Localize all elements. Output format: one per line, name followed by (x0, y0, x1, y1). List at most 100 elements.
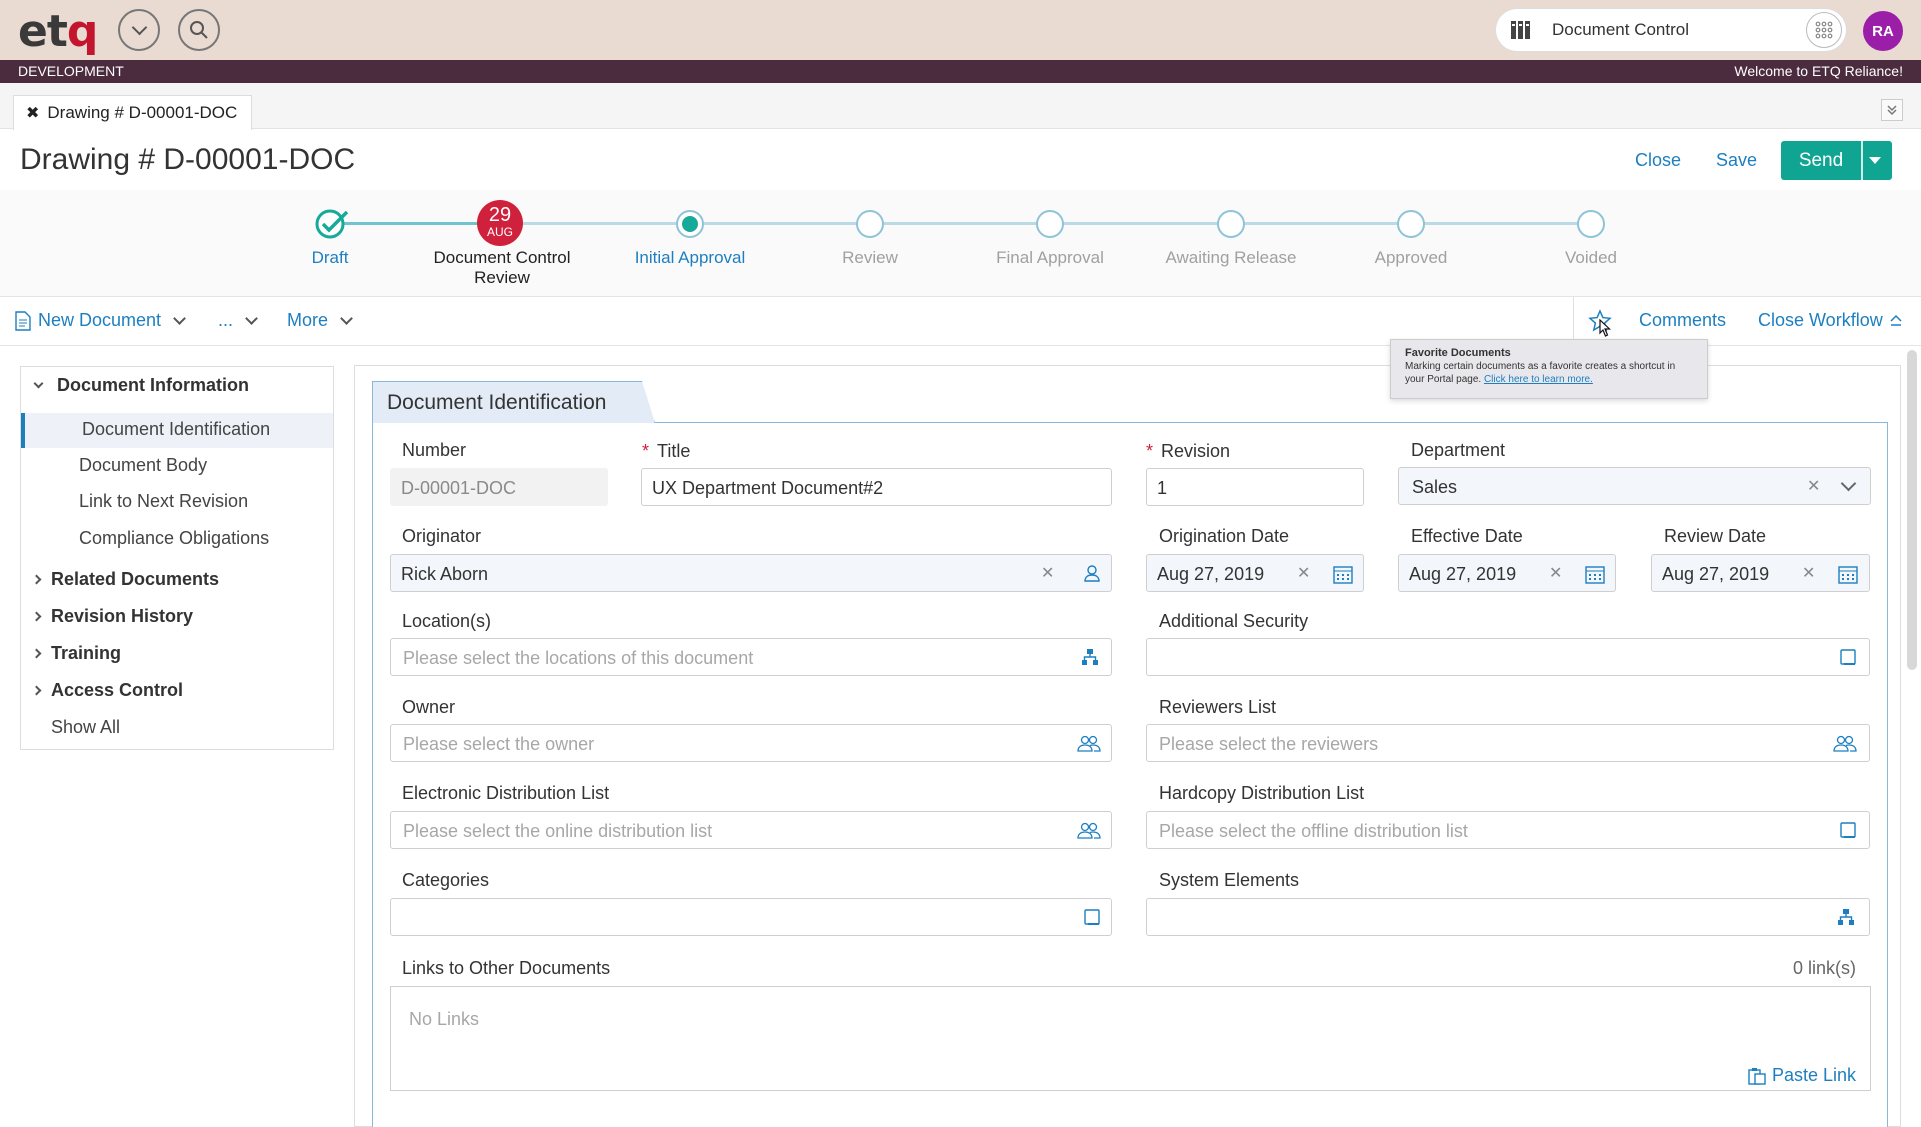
tooltip-learn-more-link[interactable]: Click here to learn more. (1484, 374, 1593, 385)
locations-field[interactable]: Please select the locations of this docu… (390, 638, 1112, 676)
nav-show-all[interactable]: Show All (51, 717, 120, 738)
draft-done-icon (315, 209, 349, 239)
send-button[interactable]: Send (1781, 150, 1861, 172)
comments-button[interactable]: Comments (1639, 310, 1726, 331)
department-label: Department (1411, 440, 1506, 460)
no-links-message: No Links (409, 1009, 480, 1029)
page-scrollbar[interactable] (1907, 350, 1917, 670)
new-document-menu[interactable]: New Document (14, 310, 186, 331)
etq-logo[interactable]: etq (18, 6, 98, 57)
users-icon[interactable] (1077, 734, 1101, 752)
workflow-node-voided[interactable] (1577, 210, 1605, 238)
nav-section-revision-history[interactable]: Revision History (51, 606, 193, 627)
list-picker-icon[interactable] (1083, 908, 1101, 926)
revision-input[interactable]: 1 (1146, 468, 1364, 506)
required-marker: * (642, 441, 650, 461)
document-control-icon (1511, 21, 1530, 39)
search-button[interactable] (178, 9, 220, 51)
calendar-icon[interactable] (1333, 564, 1353, 584)
more-label: More (287, 310, 329, 330)
send-button-group: Send (1781, 141, 1892, 180)
hierarchy-icon[interactable] (1081, 648, 1099, 666)
nav-section-document-information[interactable]: Document Information (57, 375, 249, 396)
workflow-node-review[interactable] (856, 210, 884, 238)
more-menu[interactable]: More (287, 310, 353, 331)
workflow-step-approved[interactable]: Approved (1331, 248, 1491, 268)
user-avatar[interactable]: RA (1863, 11, 1903, 51)
environment-bar: DEVELOPMENT Welcome to ETQ Reliance! (0, 60, 1921, 83)
active-dot (682, 216, 698, 232)
chevron-right-icon (31, 611, 42, 622)
nav-section-related-documents[interactable]: Related Documents (51, 569, 219, 590)
required-marker: * (1146, 441, 1154, 461)
close-workflow-button[interactable]: Close Workflow (1758, 310, 1903, 331)
title-input[interactable]: UX Department Document#2 (641, 468, 1112, 506)
originator-field[interactable]: Rick Aborn ✕ (390, 554, 1112, 592)
calendar-icon[interactable] (1838, 564, 1858, 584)
links-count: 0 link(s) (1793, 958, 1857, 978)
clear-icon[interactable]: ✕ (1549, 563, 1562, 583)
section-navigation: Document Information Document Identifica… (20, 366, 334, 750)
additional-security-field[interactable] (1146, 638, 1870, 676)
workflow-node-awaiting-release[interactable] (1217, 210, 1245, 238)
review-date-label: Review Date (1664, 526, 1767, 546)
nav-item-link-to-next-revision[interactable]: Link to Next Revision (79, 491, 248, 512)
workflow-node-approved[interactable] (1397, 210, 1425, 238)
chevron-down-icon[interactable] (1840, 475, 1857, 492)
workflow-node-initial-approval[interactable] (676, 210, 704, 238)
reviewers-list-field[interactable]: Please select the reviewers (1146, 724, 1870, 762)
hierarchy-icon[interactable] (1837, 908, 1855, 926)
department-select[interactable]: Sales ✕ (1398, 467, 1871, 505)
owner-field[interactable]: Please select the owner (390, 724, 1112, 762)
workflow-step-voided[interactable]: Voided (1511, 248, 1671, 268)
clear-icon[interactable]: ✕ (1297, 563, 1310, 583)
nav-item-document-body[interactable]: Document Body (79, 455, 207, 476)
ellipsis-menu[interactable]: ... (218, 310, 258, 331)
clear-icon[interactable]: ✕ (1807, 476, 1820, 496)
new-document-label: New Document (38, 310, 162, 330)
workflow-step-final-approval[interactable]: Final Approval (970, 248, 1130, 268)
users-icon[interactable] (1833, 734, 1857, 752)
document-tab[interactable]: ✖ Drawing # D-00001-DOC (13, 95, 253, 130)
user-icon[interactable] (1083, 564, 1101, 582)
nav-section-training[interactable]: Training (51, 643, 121, 664)
nav-item-compliance-obligations[interactable]: Compliance Obligations (79, 528, 269, 549)
close-tab-icon[interactable]: ✖ (26, 103, 39, 123)
paste-link-label: Paste Link (1771, 1065, 1856, 1085)
list-picker-icon[interactable] (1839, 648, 1857, 666)
section-tab-document-identification[interactable]: Document Identification (372, 381, 655, 423)
paste-icon (1748, 1067, 1766, 1085)
send-options-caret-icon[interactable] (1869, 157, 1881, 164)
electronic-distribution-field[interactable]: Please select the online distribution li… (390, 811, 1112, 849)
close-button[interactable]: Close (1635, 150, 1681, 171)
menu-dropdown-button[interactable] (118, 9, 160, 51)
app-grid-button[interactable] (1806, 12, 1842, 48)
save-button[interactable]: Save (1716, 150, 1757, 171)
hardcopy-distribution-field[interactable]: Please select the offline distribution l… (1146, 811, 1870, 849)
paste-link-button[interactable]: Paste Link (1748, 1065, 1856, 1086)
workflow-step-awaiting-release[interactable]: Awaiting Release (1151, 248, 1311, 268)
electronic-distribution-label: Electronic Distribution List (402, 783, 610, 803)
nav-section-access-control[interactable]: Access Control (51, 680, 183, 701)
app-switcher[interactable]: Document Control (1496, 9, 1846, 51)
nav-item-document-identification[interactable]: Document Identification (82, 419, 270, 440)
clear-icon[interactable]: ✕ (1802, 563, 1815, 583)
categories-label: Categories (402, 870, 490, 890)
review-date-field[interactable]: Aug 27, 2019 ✕ (1651, 554, 1870, 592)
workflow-step-initial-approval[interactable]: Initial Approval (610, 248, 770, 268)
users-icon[interactable] (1077, 821, 1101, 839)
collapse-button[interactable] (1881, 99, 1903, 121)
system-elements-field[interactable] (1146, 898, 1870, 936)
categories-field[interactable] (390, 898, 1112, 936)
clear-icon[interactable]: ✕ (1041, 563, 1054, 583)
calendar-icon[interactable] (1585, 564, 1605, 584)
workflow-step-document-control-review[interactable]: Document Control Review (422, 248, 582, 288)
list-picker-icon[interactable] (1839, 821, 1857, 839)
origination-date-field[interactable]: Aug 27, 2019 ✕ (1146, 554, 1364, 592)
mouse-cursor-icon (1599, 319, 1611, 337)
effective-date-field[interactable]: Aug 27, 2019 ✕ (1398, 554, 1616, 592)
workflow-step-review[interactable]: Review (790, 248, 950, 268)
chevron-right-icon (31, 648, 42, 659)
workflow-step-draft[interactable]: Draft (250, 248, 410, 268)
workflow-node-final-approval[interactable] (1036, 210, 1064, 238)
